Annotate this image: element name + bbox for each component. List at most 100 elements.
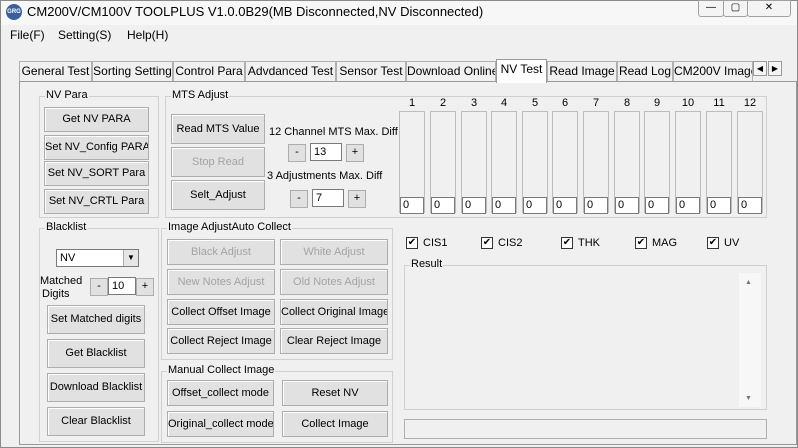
channel-number: 2: [439, 97, 447, 109]
channel-value-field[interactable]: 0: [615, 197, 639, 214]
channel-number: 5: [531, 97, 539, 109]
channel-value-field[interactable]: 0: [462, 197, 486, 214]
channel-value-field[interactable]: 0: [738, 197, 762, 214]
tab-control-para[interactable]: Control Para: [173, 61, 245, 82]
blacklist-type-value: NV: [60, 252, 76, 264]
cis1-label: CIS1: [423, 237, 448, 249]
set-nv-sort-para-button[interactable]: Set NV_SORT Para: [44, 161, 149, 186]
set-nv-config-para-button[interactable]: Set NV_Config PARA: [44, 135, 149, 160]
menu-bar: File(F) Setting(S) Help(H): [1, 25, 797, 45]
channel-value-field[interactable]: 0: [645, 197, 669, 214]
channel-value-field[interactable]: 0: [492, 197, 516, 214]
manual-collect-title: Manual Collect Image: [167, 364, 276, 376]
mts-diff-decrement-button[interactable]: -: [288, 144, 306, 162]
channel-value-field[interactable]: 0: [400, 197, 424, 214]
download-blacklist-button[interactable]: Download Blacklist: [47, 373, 145, 402]
status-field: [404, 419, 767, 439]
uv-checkbox[interactable]: ✔: [707, 237, 719, 249]
adjustments-max-diff-label: 3 Adjustments Max. Diff: [267, 170, 383, 182]
cis1-checkbox[interactable]: ✔: [406, 237, 418, 249]
tab-cm200v-image[interactable]: CM200V Image: [673, 61, 753, 82]
window-title: CM200V/CM100V TOOLPLUS V1.0.0B29(MB Disc…: [27, 4, 484, 19]
old-notes-adjust-button[interactable]: Old Notes Adjust: [280, 269, 388, 295]
mts-max-diff-field[interactable]: 13: [310, 143, 342, 161]
clear-blacklist-button[interactable]: Clear Blacklist: [47, 407, 145, 436]
set-nv-crtl-para-button[interactable]: Set NV_CRTL Para: [44, 189, 149, 214]
channel-value-field[interactable]: 0: [707, 197, 731, 214]
cis2-checkbox[interactable]: ✔: [481, 237, 493, 249]
black-adjust-button[interactable]: Black Adjust: [167, 239, 275, 265]
result-scrollbar[interactable]: ▲ ▼: [739, 273, 761, 407]
get-blacklist-button[interactable]: Get Blacklist: [47, 339, 145, 368]
tab-download-online[interactable]: Download Online: [406, 61, 496, 82]
thk-checkbox[interactable]: ✔: [561, 237, 573, 249]
blacklist-type-select[interactable]: NV ▼: [56, 249, 139, 267]
scroll-up-icon[interactable]: ▲: [745, 279, 752, 286]
restore-button[interactable]: ▢: [723, 0, 748, 17]
close-button[interactable]: ✕: [747, 0, 791, 17]
mts-diff-increment-button[interactable]: +: [346, 144, 364, 162]
channel-value-field[interactable]: 0: [431, 197, 455, 214]
tab-read-log[interactable]: Read Log: [617, 61, 673, 82]
tab-advanced-test[interactable]: Advdanced Test: [245, 61, 336, 82]
new-notes-adjust-button[interactable]: New Notes Adjust: [167, 269, 275, 295]
mts-max-diff-label: 12 Channel MTS Max. Diff: [269, 126, 398, 138]
chevron-down-icon[interactable]: ▼: [123, 250, 138, 266]
clear-reject-image-button[interactable]: Clear Reject Image: [280, 328, 388, 354]
stop-read-button[interactable]: Stop Read: [171, 147, 265, 177]
tab-general-test[interactable]: General Test: [19, 61, 92, 82]
matched-digits-field[interactable]: 10: [108, 277, 136, 295]
collect-offset-image-button[interactable]: Collect Offset Image: [167, 299, 275, 325]
thk-label: THK: [578, 237, 600, 249]
original-collect-mode-button[interactable]: Original_collect mode: [167, 411, 274, 437]
channel-number: 12: [743, 97, 757, 109]
result-group: Result: [404, 258, 767, 410]
matched-digits-increment-button[interactable]: +: [136, 278, 154, 296]
mts-adjust-title: MTS Adjust: [171, 89, 230, 101]
channel-number: 4: [500, 97, 508, 109]
uv-label: UV: [724, 237, 740, 249]
tab-scroll-right-icon[interactable]: ▶: [768, 61, 782, 76]
menu-file[interactable]: File(F): [10, 28, 45, 42]
channel-value-field[interactable]: 0: [584, 197, 608, 214]
tab-nv-test[interactable]: NV Test: [496, 59, 547, 83]
scroll-down-icon[interactable]: ▼: [745, 395, 752, 402]
result-title: Result: [410, 258, 444, 270]
channel-number: 10: [681, 97, 695, 109]
nv-para-title: NV Para: [45, 89, 89, 101]
set-matched-digits-button[interactable]: Set Matched digits: [47, 305, 145, 334]
blacklist-title: Blacklist: [45, 221, 88, 233]
channel-number: 1: [408, 97, 416, 109]
get-nv-para-button[interactable]: Get NV PARA: [44, 107, 149, 132]
reset-nv-button[interactable]: Reset NV: [282, 380, 388, 406]
tab-sorting-setting[interactable]: Sorting Setting: [92, 61, 173, 82]
matched-digits-decrement-button[interactable]: -: [90, 278, 108, 296]
channel-value-field[interactable]: 0: [553, 197, 577, 214]
cis2-label: CIS2: [498, 237, 523, 249]
collect-image-button[interactable]: Collect Image: [282, 411, 388, 437]
offset-collect-mode-button[interactable]: Offset_collect mode: [167, 380, 274, 406]
matched-digits-label: Matched: [40, 275, 83, 287]
collect-reject-image-button[interactable]: Collect Reject Image: [167, 328, 275, 354]
menu-setting[interactable]: Setting(S): [58, 28, 111, 42]
adjustments-increment-button[interactable]: +: [348, 190, 366, 208]
read-mts-value-button[interactable]: Read MTS Value: [171, 114, 265, 144]
minimize-button[interactable]: —: [698, 0, 724, 17]
channel-number: 3: [470, 97, 478, 109]
adjustments-decrement-button[interactable]: -: [290, 190, 308, 208]
mag-checkbox[interactable]: ✔: [635, 237, 647, 249]
white-adjust-button[interactable]: White Adjust: [280, 239, 388, 265]
channel-value-field[interactable]: 0: [676, 197, 700, 214]
adjustments-max-diff-field[interactable]: 7: [312, 189, 344, 207]
menu-help[interactable]: Help(H): [127, 28, 168, 42]
tab-read-image[interactable]: Read Image: [547, 61, 617, 82]
main-window: GRG CM200V/CM100V TOOLPLUS V1.0.0B29(MB …: [0, 0, 798, 448]
collect-original-image-button[interactable]: Collect Original Image: [280, 299, 388, 325]
image-adjust-title: Image AdjustAuto Collect: [167, 221, 292, 233]
tab-sensor-test[interactable]: Sensor Test: [336, 61, 406, 82]
title-bar: GRG CM200V/CM100V TOOLPLUS V1.0.0B29(MB …: [1, 0, 797, 25]
channel-number: 8: [623, 97, 631, 109]
selt-adjust-button[interactable]: Selt_Adjust: [171, 180, 265, 210]
tab-scroll-left-icon[interactable]: ◀: [753, 61, 767, 76]
channel-value-field[interactable]: 0: [523, 197, 547, 214]
